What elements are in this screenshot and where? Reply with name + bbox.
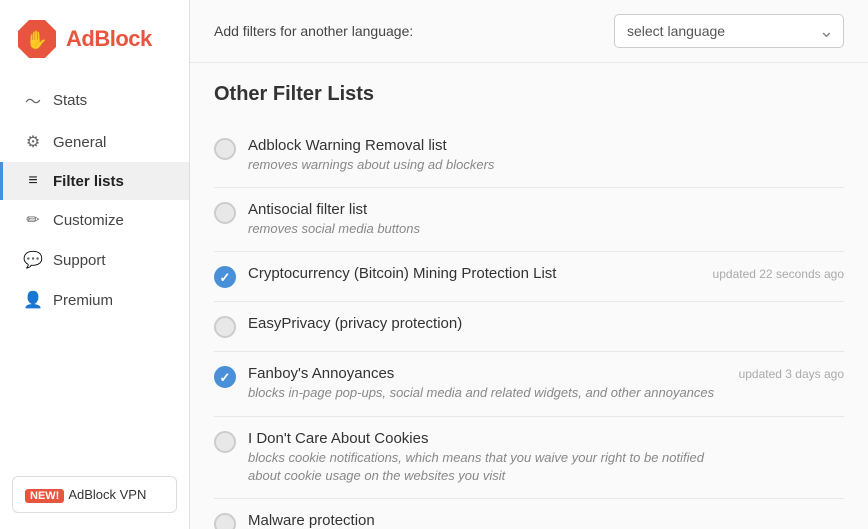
sidebar-item-label: Stats: [53, 92, 87, 109]
filter-checkbox-easyprivacy[interactable]: [214, 316, 236, 338]
sidebar-item-label: Premium: [53, 292, 113, 309]
svg-text:✋: ✋: [26, 29, 48, 50]
sidebar-item-general[interactable]: ⚙ General: [0, 122, 189, 162]
filter-info: Antisocial filter list removes social me…: [248, 201, 722, 238]
sidebar-item-label: Filter lists: [53, 173, 124, 190]
filter-checkbox-adblock-warning[interactable]: [214, 138, 236, 160]
filter-name: EasyPrivacy (privacy protection): [248, 315, 722, 332]
filter-desc: blocks cookie notifications, which means…: [248, 449, 722, 485]
checkmark-icon: ✓: [220, 371, 231, 384]
sidebar-item-filter-lists[interactable]: ≡ Filter lists: [0, 162, 189, 200]
vpn-banner-text: AdBlock VPN: [68, 487, 146, 502]
filter-name: Cryptocurrency (Bitcoin) Mining Protecti…: [248, 265, 701, 282]
list-item: ✓ Fanboy's Annoyances blocks in-page pop…: [214, 352, 844, 416]
list-item: Adblock Warning Removal list removes war…: [214, 124, 844, 188]
content-area: Other Filter Lists Adblock Warning Remov…: [190, 63, 868, 529]
sidebar-item-label: Support: [53, 252, 106, 269]
main-content: Add filters for another language: select…: [190, 0, 868, 529]
filter-desc: removes social media buttons: [248, 220, 722, 238]
sidebar-item-premium[interactable]: 👤 Premium: [0, 280, 189, 320]
language-select-wrapper: select language German French Spanish Po…: [614, 14, 844, 48]
adblock-logo-icon: ✋: [16, 18, 58, 60]
filter-name: I Don't Care About Cookies: [248, 430, 722, 447]
checkmark-icon: ✓: [220, 271, 231, 284]
filter-checkbox-crypto-mining[interactable]: ✓: [214, 266, 236, 288]
vpn-new-badge: NEW!: [25, 489, 64, 503]
stats-icon: 〜: [23, 88, 43, 112]
sidebar-item-label: General: [53, 134, 106, 151]
filter-info: I Don't Care About Cookies blocks cookie…: [248, 430, 722, 485]
list-item: I Don't Care About Cookies blocks cookie…: [214, 417, 844, 499]
filter-info: Malware protection: [248, 512, 722, 529]
vpn-banner[interactable]: NEW! AdBlock VPN: [12, 476, 177, 513]
filter-desc: blocks in-page pop-ups, social media and…: [248, 384, 722, 402]
list-item: ✓ Cryptocurrency (Bitcoin) Mining Protec…: [214, 252, 844, 302]
sidebar-item-stats[interactable]: 〜 Stats: [0, 78, 189, 122]
filter-desc: removes warnings about using ad blockers: [248, 156, 722, 174]
filter-info: Cryptocurrency (Bitcoin) Mining Protecti…: [248, 265, 701, 284]
filter-name: Antisocial filter list: [248, 201, 722, 218]
sidebar-item-support[interactable]: 💬 Support: [0, 240, 189, 280]
filter-info: Fanboy's Annoyances blocks in-page pop-u…: [248, 365, 722, 402]
sidebar-item-label: Customize: [53, 212, 124, 229]
filter-checkbox-malware[interactable]: [214, 513, 236, 529]
list-item: Antisocial filter list removes social me…: [214, 188, 844, 252]
add-filters-label: Add filters for another language:: [214, 23, 413, 39]
user-icon: 👤: [23, 290, 43, 310]
gear-icon: ⚙: [23, 132, 43, 152]
sidebar: ✋ AdBlock 〜 Stats ⚙ General ≡ Filter lis…: [0, 0, 190, 529]
logo-text: AdBlock: [66, 26, 152, 52]
pencil-icon: ✏: [23, 210, 43, 230]
filter-name: Adblock Warning Removal list: [248, 137, 722, 154]
filter-info: EasyPrivacy (privacy protection): [248, 315, 722, 334]
logo-area: ✋ AdBlock: [0, 0, 189, 78]
filter-name: Fanboy's Annoyances: [248, 365, 722, 382]
top-bar: Add filters for another language: select…: [190, 0, 868, 63]
chat-icon: 💬: [23, 250, 43, 270]
filter-checkbox-cookies[interactable]: [214, 431, 236, 453]
filter-info: Adblock Warning Removal list removes war…: [248, 137, 722, 174]
language-select[interactable]: select language German French Spanish Po…: [614, 14, 844, 48]
filter-meta: updated 3 days ago: [734, 367, 844, 381]
list-icon: ≡: [23, 172, 43, 190]
filter-name: Malware protection: [248, 512, 722, 529]
list-item: EasyPrivacy (privacy protection): [214, 302, 844, 352]
filter-meta: updated 22 seconds ago: [713, 267, 844, 281]
filter-checkbox-fanboy[interactable]: ✓: [214, 366, 236, 388]
filter-checkbox-antisocial[interactable]: [214, 202, 236, 224]
nav-list: 〜 Stats ⚙ General ≡ Filter lists ✏ Custo…: [0, 78, 189, 460]
list-item: Malware protection: [214, 499, 844, 529]
sidebar-item-customize[interactable]: ✏ Customize: [0, 200, 189, 240]
section-title: Other Filter Lists: [214, 83, 844, 106]
filter-list: Adblock Warning Removal list removes war…: [214, 124, 844, 529]
